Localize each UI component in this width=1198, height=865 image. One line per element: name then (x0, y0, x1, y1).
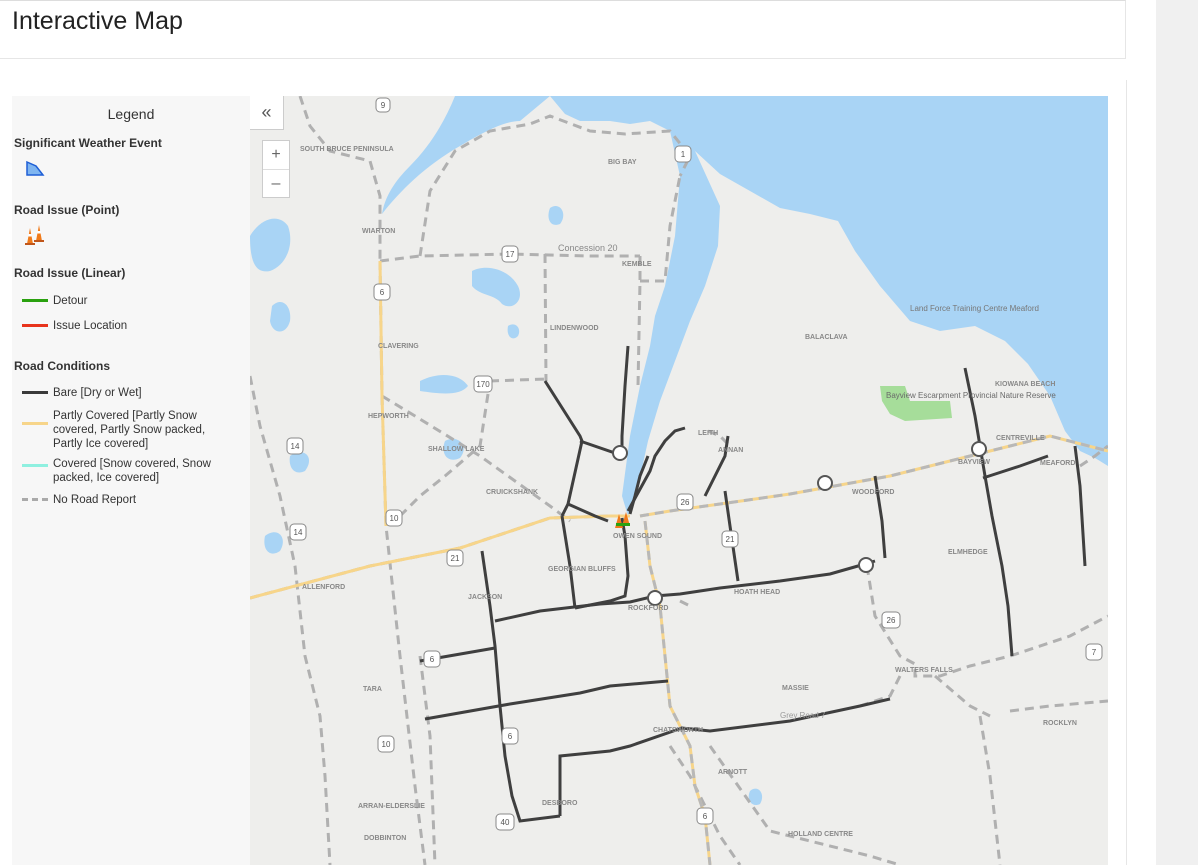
shield-label: 21 (726, 535, 735, 544)
place-label: Land Force Training Centre Meaford (910, 304, 1039, 313)
shield-label: 170 (476, 380, 490, 389)
shield-label: 10 (390, 514, 399, 523)
place-label: JACKSON (468, 594, 502, 601)
weather-polygon-icon (24, 158, 46, 185)
place-label: HEPWORTH (368, 413, 409, 420)
detour-swatch (22, 299, 48, 302)
shield-label: 9 (381, 101, 386, 110)
shield-label: 17 (506, 250, 515, 259)
shield-label: 1 (681, 150, 686, 159)
place-label: ROCKLYN (1043, 720, 1077, 727)
place-label: CHATSWORTH (653, 727, 703, 734)
legend-label: Partly Covered [Partly Snow covered, Par… (53, 410, 206, 450)
shield-label: 40 (501, 818, 510, 827)
place-label: WALTERS FALLS (895, 667, 953, 674)
place-label: LINDENWOOD (550, 325, 599, 332)
shield-label: 6 (430, 655, 435, 664)
place-label: GEORGIAN BLUFFS (548, 566, 616, 573)
shield-label: 21 (451, 554, 460, 563)
traffic-cone-icon (23, 224, 47, 251)
place-label: Grey Road 7 (780, 711, 826, 720)
place-label: Bayview Escarpment Provincial Nature Res… (886, 391, 1056, 400)
legend-item-bare: Bare [Dry or Wet] (22, 386, 223, 400)
place-label: SOUTH BRUCE PENINSULA (300, 146, 394, 153)
place-label: WOODFORD (852, 489, 894, 496)
place-label: BIG BAY (608, 159, 637, 166)
shield-label: 7 (1092, 648, 1097, 657)
legend-heading-road-issue-linear: Road Issue (Linear) (14, 266, 126, 280)
collapse-legend-button[interactable]: « (250, 96, 284, 130)
shield-label: 14 (291, 442, 300, 451)
legend-title: Legend (107, 106, 155, 122)
legend-label: Bare [Dry or Wet] (53, 387, 142, 399)
place-label: ARRAN-ELDERSLIE (358, 803, 425, 810)
place-label: ROCKFORD (628, 605, 668, 612)
legend-panel: Legend Significant Weather Event Road Is… (12, 96, 250, 865)
legend-label: Issue Location (53, 320, 128, 332)
no-report-swatch (22, 498, 48, 501)
place-label: ELMHEDGE (948, 549, 988, 556)
bare-swatch (22, 391, 48, 394)
partly-covered-swatch (22, 422, 48, 425)
place-label: BALACLAVA (805, 334, 848, 341)
issue-location-swatch (22, 324, 48, 327)
covered-swatch (22, 464, 48, 467)
shield-label: 10 (382, 740, 391, 749)
place-label: WIARTON (362, 228, 395, 235)
double-chevron-left-icon: « (261, 102, 272, 122)
place-label: HOATH HEAD (734, 589, 780, 596)
legend-item-partly-covered: Partly Covered [Partly Snow covered, Par… (22, 409, 223, 451)
legend-heading-road-issue-point: Road Issue (Point) (14, 203, 120, 217)
right-gutter (1156, 0, 1198, 865)
place-label: BAYVIEW (958, 459, 990, 466)
place-label: TARA (363, 686, 382, 693)
legend-heading-road-conditions: Road Conditions (14, 359, 110, 373)
place-label: OWEN SOUND (613, 533, 662, 540)
zoom-out-button[interactable]: – (263, 169, 289, 197)
shield-label: 6 (508, 732, 513, 741)
map-canvas[interactable]: 9 1 17 6 170 14 14 10 21 26 21 26 6 10 6… (250, 96, 1108, 865)
legend-heading-weather: Significant Weather Event (14, 136, 162, 150)
page-title: Interactive Map (12, 7, 183, 35)
place-label: KEMBLE (622, 261, 652, 268)
legend-item-detour: Detour (22, 294, 223, 308)
place-label: KIOWANA BEACH (995, 381, 1055, 388)
place-label: DOBBINTON (364, 835, 406, 842)
shield-label: 26 (681, 498, 690, 507)
map-graphics: 9 1 17 6 170 14 14 10 21 26 21 26 6 10 6… (250, 96, 1108, 865)
place-label: CLAVERING (378, 343, 419, 350)
place-label: ARNOTT (718, 769, 748, 776)
place-label: CRUICKSHANK (486, 489, 538, 496)
legend-label: Covered [Snow covered, Snow packed, Ice … (53, 458, 211, 484)
zoom-control: + – (262, 140, 290, 198)
place-label: ANNAN (718, 447, 743, 454)
place-label: ALLENFORD (302, 584, 345, 591)
place-label: CENTREVILLE (996, 435, 1045, 442)
place-label: LEITH (698, 430, 718, 437)
legend-label: No Road Report (53, 494, 137, 506)
place-label: DESBORO (542, 800, 578, 807)
page-header: Interactive Map (0, 0, 1126, 59)
content-divider (1126, 80, 1127, 865)
shield-label: 14 (294, 528, 303, 537)
shield-label: 26 (887, 616, 896, 625)
legend-item-covered: Covered [Snow covered, Snow packed, Ice … (22, 457, 223, 485)
place-label: HOLLAND CENTRE (788, 831, 853, 838)
place-label: MEAFORD (1040, 460, 1075, 467)
shield-label: 6 (703, 812, 708, 821)
legend-label: Detour (53, 295, 88, 307)
place-label: SHALLOW LAKE (428, 446, 485, 453)
place-label: MASSIE (782, 685, 809, 692)
legend-item-no-report: No Road Report (22, 493, 223, 507)
zoom-in-button[interactable]: + (263, 141, 289, 169)
shield-label: 6 (380, 288, 385, 297)
place-label: Concession 20 (558, 243, 618, 253)
legend-item-issue-location: Issue Location (22, 319, 223, 333)
